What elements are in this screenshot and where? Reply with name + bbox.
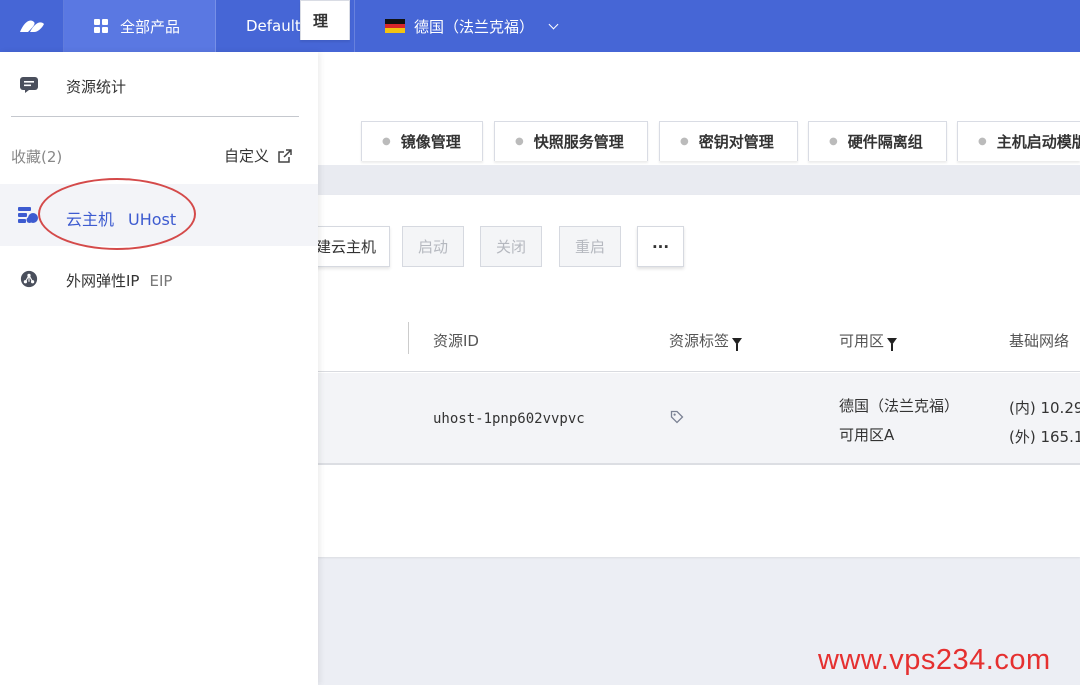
watermark-text: www.vps234.com [818,644,1051,676]
header-resource-tag[interactable]: 资源标签 [669,330,743,351]
header-resource-id[interactable]: 资源ID [433,330,479,351]
sidebar-item-label: 资源统计 [66,77,127,96]
more-icon: ··· [651,237,670,256]
top-navigation-bar: 全部产品 Default 德国（法兰克福） [0,0,1080,52]
start-label: 启动 [417,238,448,256]
grid-icon [94,19,108,33]
header-zone[interactable]: 可用区 [839,330,898,351]
cell-ip-inner: (内) 10.29 [1009,399,1080,417]
germany-flag-icon [385,19,405,34]
start-button[interactable]: 启动 [402,226,464,267]
project-label: Default [246,17,301,35]
tab-label: 理 [313,12,329,30]
logo-icon [19,20,44,32]
eip-en-label: EIP [149,271,173,290]
tab-snapshot-management[interactable]: ● 快照服务管理 [494,121,648,161]
cell-ip-outer: (外) 165.1 [1009,428,1080,446]
more-actions-button[interactable]: ··· [637,226,684,267]
filter-icon[interactable] [887,338,898,351]
customize-favorites-button[interactable]: 自定义 [224,145,293,166]
tab-launch-template[interactable]: ● 主机启动模版 [957,121,1080,161]
header-zone-label: 可用区 [839,332,885,350]
all-products-label: 全部产品 [120,17,181,36]
chevron-down-icon [548,19,559,29]
brand-logo[interactable] [0,0,64,52]
sidebar-item-label: 外网弹性IP EIP [66,270,172,291]
sidebar-item-eip[interactable]: 外网弹性IP EIP [0,266,318,294]
dot-icon: ● [382,136,391,147]
external-link-icon [278,148,292,163]
eip-cn-label: 外网弹性IP [66,271,140,290]
dot-icon: ● [515,136,524,147]
network-icon [20,270,38,288]
restart-button[interactable]: 重启 [559,226,621,267]
tab-label: 镜像管理 [400,133,461,151]
header-network-label: 基础网络 [1009,332,1070,350]
annotation-circle [38,178,196,250]
stop-label: 关闭 [495,238,526,256]
restart-label: 重启 [574,238,605,256]
product-sidebar: 资源统计 收藏(2) 自定义 云主机 UHost 外网弹性IP EIP [0,52,318,685]
tab-isolation-group[interactable]: ● 硬件隔离组 [808,121,947,161]
create-instance-label: 建云主机 [315,238,376,256]
cell-zone-name: 可用区A [839,426,895,444]
tab-instances[interactable]: 理 [300,0,350,40]
stop-button[interactable]: 关闭 [480,226,542,267]
dot-icon: ● [978,136,987,147]
tag-icon[interactable] [670,410,684,424]
header-resource-tag-label: 资源标签 [669,332,730,350]
tab-keypair-management[interactable]: ● 密钥对管理 [659,121,798,161]
filter-icon[interactable] [732,338,743,351]
tab-image-management[interactable]: ● 镜像管理 [361,121,483,161]
tab-label: 快照服务管理 [533,133,624,151]
region-selector[interactable]: 德国（法兰克福） [355,0,585,52]
customize-label: 自定义 [224,147,270,165]
tab-label: 硬件隔离组 [847,133,923,151]
cell-zone-region: 德国（法兰克福） [839,397,960,415]
all-products-menu[interactable]: 全部产品 [64,0,216,52]
header-network[interactable]: 基础网络 [1009,330,1069,351]
message-icon [20,77,38,93]
column-divider [408,322,409,354]
tab-label: 主机启动模版 [996,133,1080,151]
header-resource-id-label: 资源ID [433,332,479,350]
dot-icon: ● [680,136,689,147]
tab-label: 密钥对管理 [698,133,774,151]
cell-resource-id[interactable]: uhost-1pnp602vvpvc [433,411,585,427]
favorites-heading: 收藏(2) [11,148,63,166]
dot-icon: ● [829,136,838,147]
region-label: 德国（法兰克福） [414,17,535,36]
divider [11,116,299,117]
tabs-underline-strip [318,165,1080,195]
sidebar-item-resource-stats[interactable]: 资源统计 [0,72,318,100]
cloud-server-icon [18,207,38,223]
